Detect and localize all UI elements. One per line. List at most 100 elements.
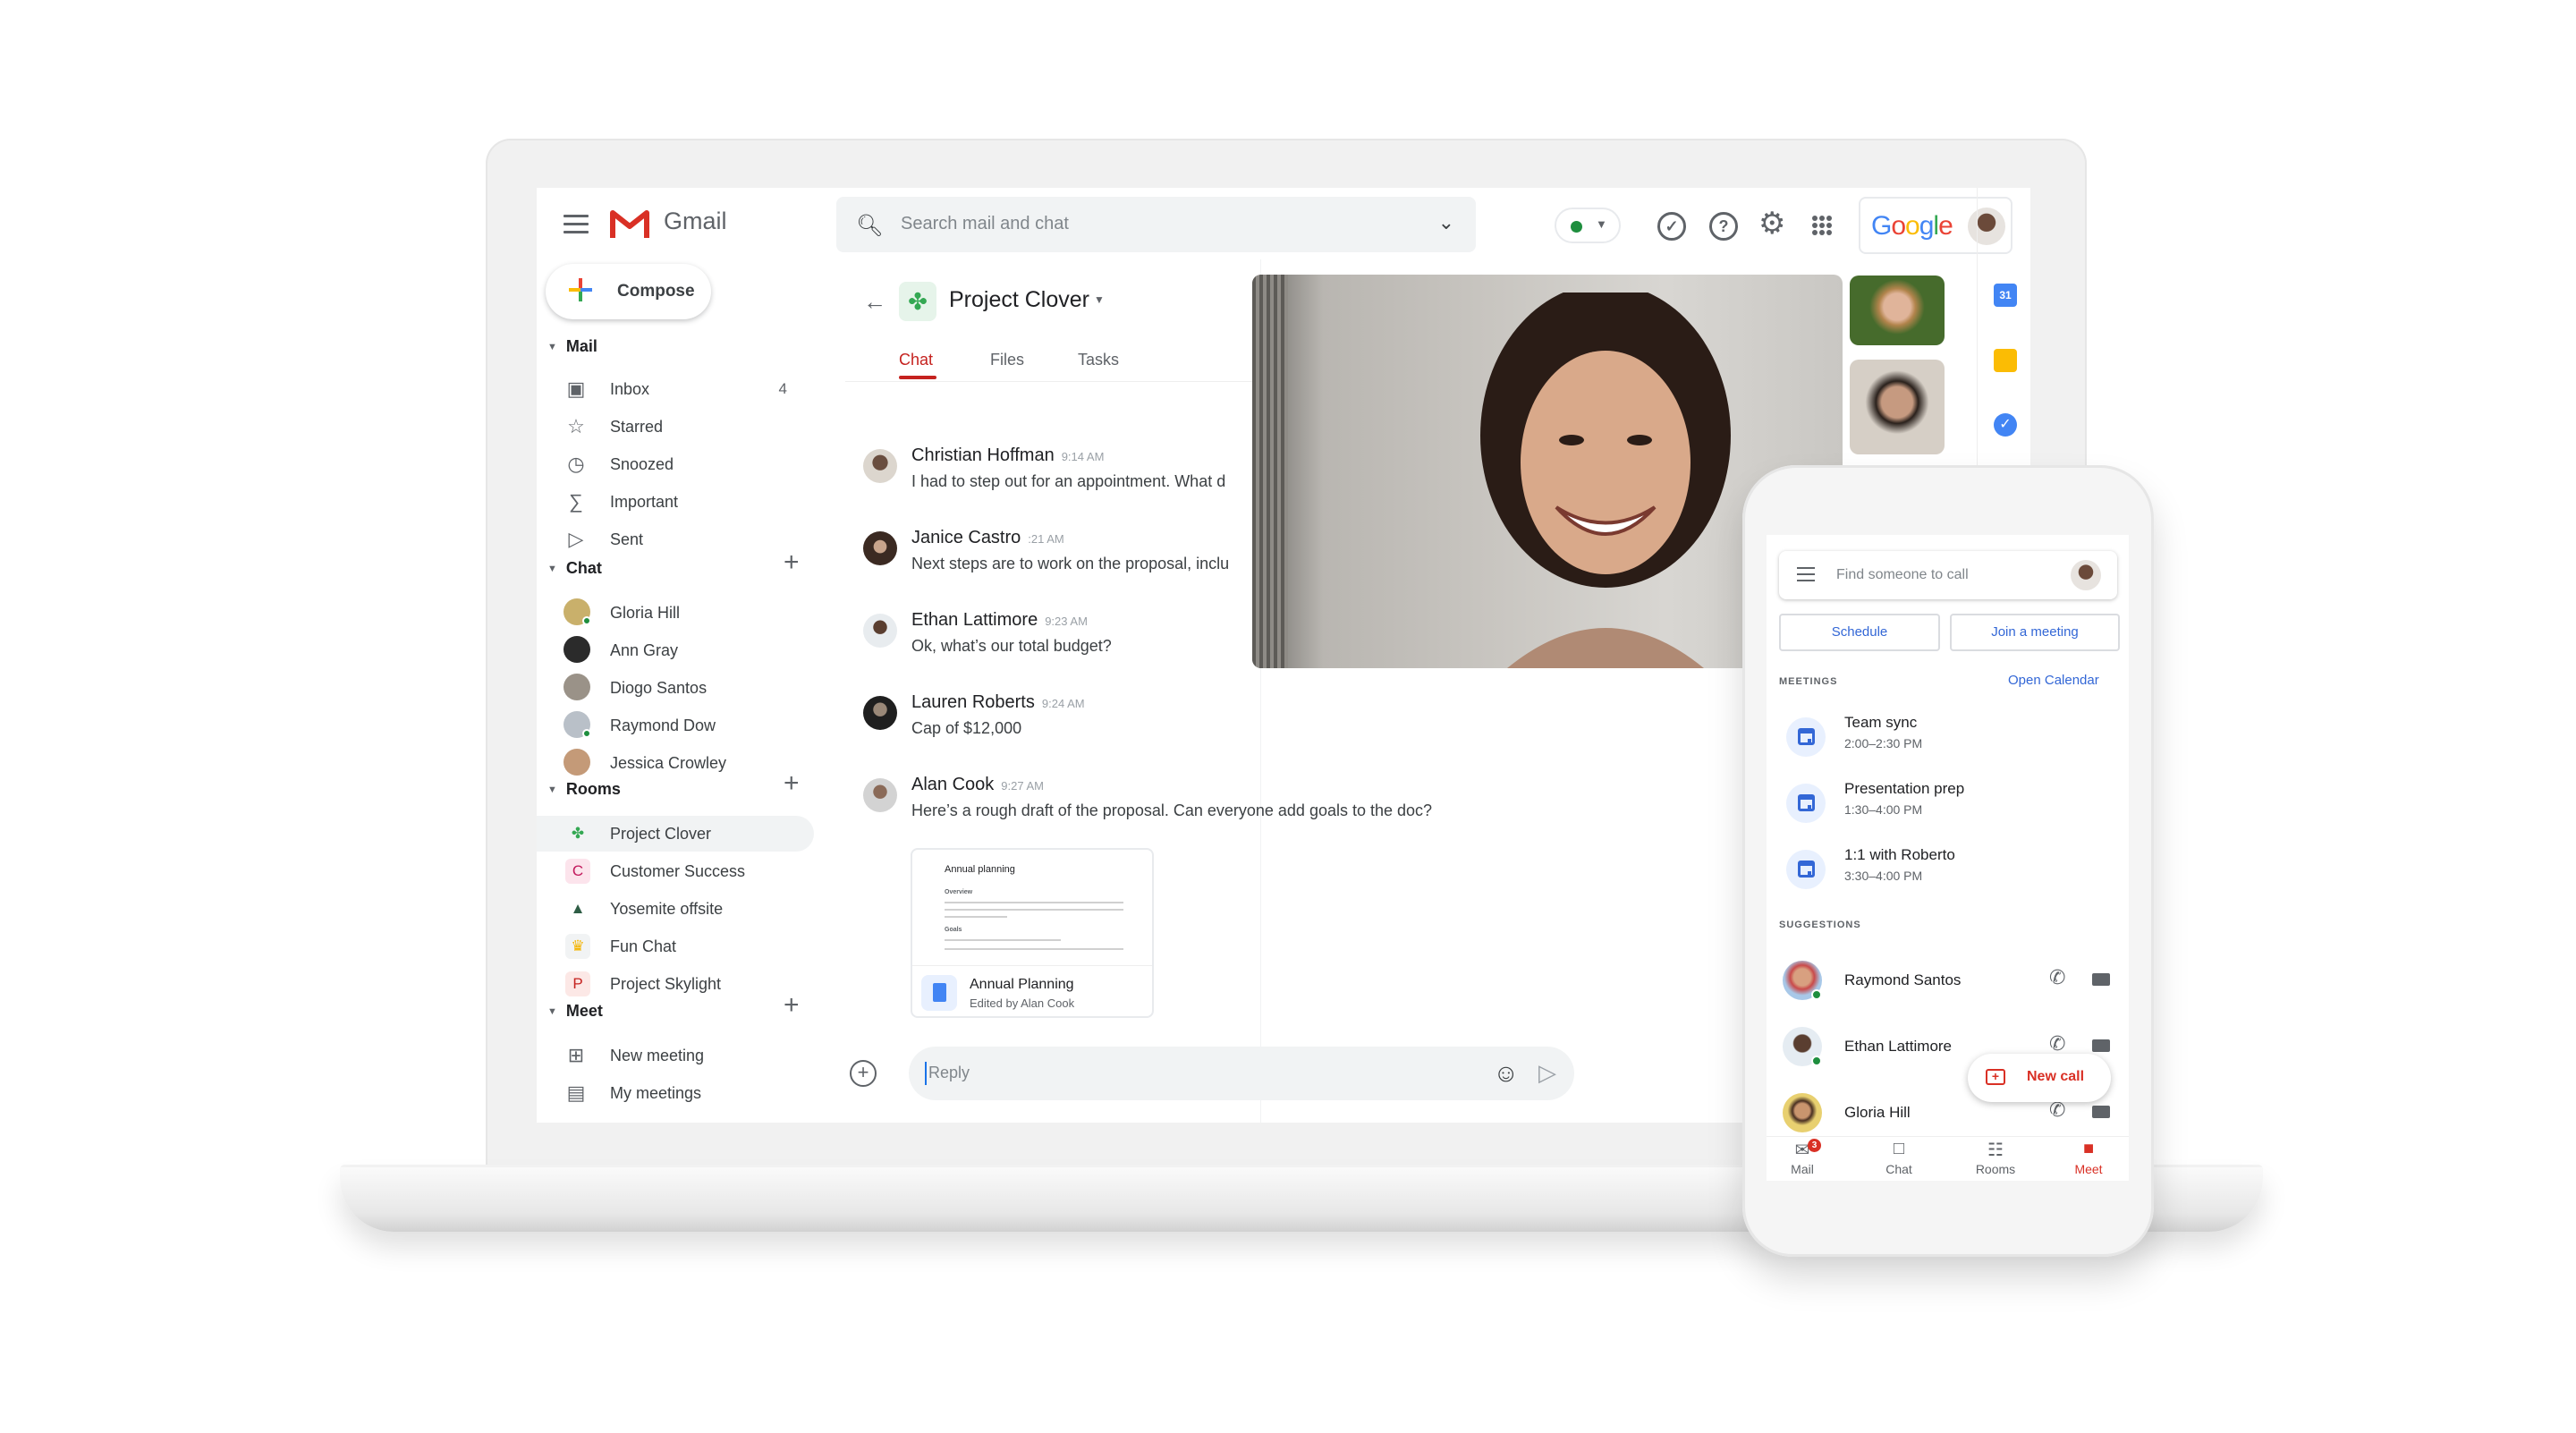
tab-chat[interactable]: Chat <box>899 351 933 369</box>
meeting-item[interactable]: Presentation prep 1:30–4:00 PM <box>1779 780 2119 843</box>
text-cursor <box>925 1062 927 1085</box>
section-chat[interactable]: ▼ Chat <box>547 559 602 578</box>
sidebar-item-customer-success[interactable]: C Customer Success <box>564 853 832 889</box>
calendar-event-icon <box>1786 717 1826 757</box>
schedule-button[interactable]: Schedule <box>1779 614 1940 651</box>
sidebar-item-fun-chat[interactable]: ♛ Fun Chat <box>564 928 832 964</box>
item-label: New meeting <box>610 1047 705 1064</box>
participant-video-feed <box>1480 293 1731 668</box>
nav-label: Chat <box>1885 1162 1912 1176</box>
keep-icon[interactable] <box>1994 349 2017 372</box>
item-label: My meetings <box>610 1084 702 1102</box>
item-label: Yosemite offsite <box>610 900 724 918</box>
section-meet[interactable]: ▼ Meet <box>547 1002 603 1021</box>
avatar <box>564 749 590 776</box>
message-author: Ethan Lattimore <box>911 610 1038 630</box>
compose-button[interactable]: Compose <box>546 264 711 319</box>
join-meeting-button[interactable]: Join a meeting <box>1950 614 2120 651</box>
sidebar-item-yosemite-offsite[interactable]: ▲ Yosemite offsite <box>564 891 832 927</box>
avatar <box>863 531 897 565</box>
sidebar-item-diogo-santos[interactable]: Diogo Santos <box>564 670 832 706</box>
open-calendar-link[interactable]: Open Calendar <box>2008 673 2099 688</box>
google-brand: Google <box>1871 211 1953 241</box>
sidebar-item-starred[interactable]: ☆ Starred <box>564 409 832 445</box>
sidebar-item-raymond-dow[interactable]: Raymond Dow <box>564 708 832 743</box>
message-text: Here’s a rough draft of the proposal. Ca… <box>911 801 1433 819</box>
message-time: :21 AM <box>1028 532 1064 546</box>
nav-label: Rooms <box>1975 1162 2016 1176</box>
nav-mail[interactable]: ✉ 3 Mail <box>1767 1139 1838 1176</box>
new-call-fab[interactable]: + New call <box>1968 1054 2111 1102</box>
item-label: Project Clover <box>610 825 712 843</box>
item-label: Sent <box>610 530 644 548</box>
apps-grid-icon[interactable] <box>1811 215 1833 236</box>
phone-call-icon[interactable]: ✆ <box>2049 1032 2065 1056</box>
tab-tasks[interactable]: Tasks <box>1078 351 1119 369</box>
doc-attachment-card[interactable]: Annual planning Overview Goals Annual Pl… <box>911 848 1154 1018</box>
nav-meet[interactable]: ■ Meet <box>2053 1139 2124 1176</box>
help-icon[interactable]: ? <box>1709 212 1738 241</box>
status-dot-icon <box>1571 221 1582 233</box>
sidebar-item-ann-gray[interactable]: Ann Gray <box>564 632 832 668</box>
menu-icon[interactable] <box>564 215 589 234</box>
section-mail[interactable]: ▼ Mail <box>547 337 597 356</box>
section-label: Meet <box>565 1002 603 1020</box>
settings-gear-icon[interactable]: ⚙ <box>1758 206 1785 242</box>
reply-input[interactable]: Reply ☺ ▷ <box>909 1047 1574 1100</box>
nav-chat[interactable]: □ Chat <box>1863 1139 1935 1176</box>
emoji-icon[interactable]: ☺ <box>1493 1059 1519 1088</box>
tasks-check-icon[interactable]: ✓ <box>1657 212 1686 241</box>
add-meet-button[interactable]: + <box>784 990 800 1021</box>
user-avatar[interactable] <box>2071 560 2101 590</box>
item-label: Customer Success <box>610 862 746 880</box>
avatar <box>564 674 590 700</box>
video-call-icon[interactable] <box>2092 1106 2110 1118</box>
sidebar-item-inbox[interactable]: ▣ Inbox 4 <box>564 371 832 407</box>
calendar-event-icon <box>1786 850 1826 889</box>
video-call-icon[interactable] <box>2092 1039 2110 1052</box>
send-icon[interactable]: ▷ <box>1538 1059 1556 1087</box>
phone-call-icon[interactable]: ✆ <box>2049 966 2065 989</box>
new-call-label: New call <box>2027 1069 2085 1084</box>
calendar-icon[interactable]: 31 <box>1994 284 2017 307</box>
video-thumbnail-participant[interactable] <box>1850 360 1945 454</box>
meeting-item[interactable]: Team sync 2:00–2:30 PM <box>1779 714 2119 776</box>
sidebar-item-new-meeting[interactable]: ⊞ New meeting <box>564 1038 832 1073</box>
room-clover-icon: ✤ <box>899 282 936 321</box>
search-icon[interactable]: 🔍︎ <box>856 213 883 239</box>
tab-files[interactable]: Files <box>990 351 1024 369</box>
room-menu-caret-icon[interactable]: ▼ <box>1094 293 1105 306</box>
chevron-down-icon[interactable]: ⌄ <box>1438 211 1454 234</box>
message-time: 9:24 AM <box>1041 697 1085 710</box>
sidebar-item-my-meetings[interactable]: ▤ My meetings <box>564 1075 832 1111</box>
suggestion-item[interactable]: Raymond Santos ✆ <box>1779 954 2119 1007</box>
doc-title: Annual Planning <box>970 977 1074 992</box>
sidebar-item-important[interactable]: ∑ Important <box>564 484 832 520</box>
mail-icon: ✉ <box>1794 1140 1810 1160</box>
menu-icon[interactable] <box>1797 567 1815 586</box>
sidebar-item-gloria-hill[interactable]: Gloria Hill <box>564 595 832 631</box>
room-title[interactable]: Project Clover <box>949 287 1089 313</box>
back-arrow-icon[interactable]: ← <box>863 288 886 316</box>
video-call-icon[interactable] <box>2092 973 2110 986</box>
sidebar-item-snoozed[interactable]: ◷ Snoozed <box>564 446 832 482</box>
avatar <box>863 696 897 730</box>
status-selector[interactable]: ▼ <box>1555 208 1621 243</box>
video-thumbnail-participant[interactable] <box>1850 276 1945 345</box>
add-room-button[interactable]: + <box>784 768 800 799</box>
meeting-item[interactable]: 1:1 with Roberto 3:30–4:00 PM <box>1779 846 2119 909</box>
nav-rooms[interactable]: ☷ Rooms <box>1960 1139 2031 1176</box>
search-bar[interactable]: 🔍︎ Search mail and chat ⌄ <box>836 197 1476 252</box>
tasks-icon[interactable]: ✓ <box>1994 413 2017 437</box>
active-tab-indicator <box>899 376 936 379</box>
sidebar-item-project-clover[interactable]: ✤ Project Clover <box>537 816 814 852</box>
inbox-icon: ▣ <box>566 377 586 400</box>
find-someone-search[interactable]: Find someone to call <box>1779 551 2117 599</box>
avatar <box>863 778 897 812</box>
send-icon: ▷ <box>568 528 584 550</box>
search-input[interactable]: Search mail and chat <box>901 214 1069 234</box>
meeting-time: 1:30–4:00 PM <box>1844 802 1923 817</box>
add-attachment-icon[interactable]: + <box>850 1060 877 1087</box>
add-chat-button[interactable]: + <box>784 547 800 578</box>
section-rooms[interactable]: ▼ Rooms <box>547 780 621 799</box>
